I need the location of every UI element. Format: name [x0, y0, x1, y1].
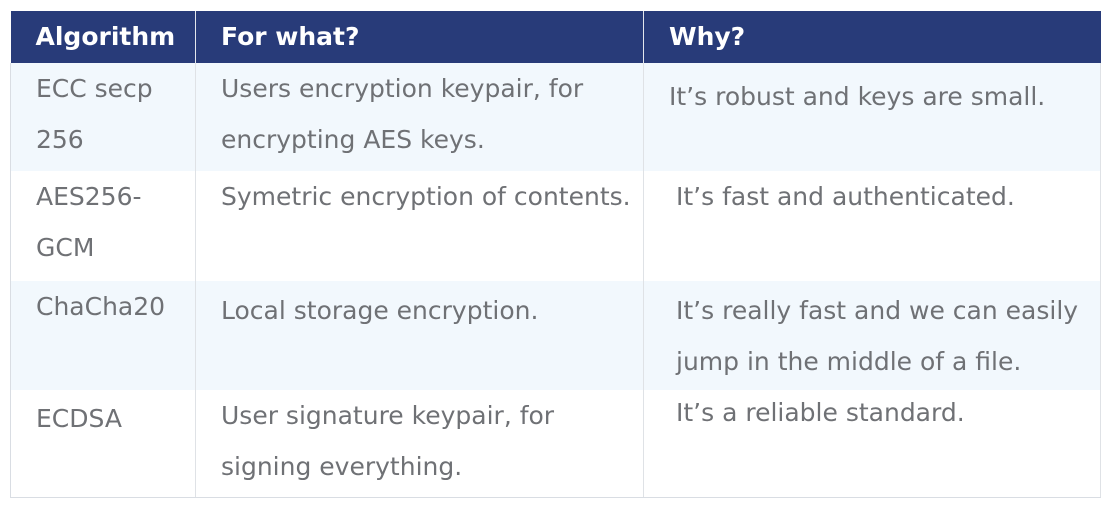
- cell-for-what: User signature keypair, for signing ever…: [195, 390, 644, 498]
- why-text: It’s a reliable standard.: [676, 398, 965, 427]
- why-text: It’s fast and authenticated.: [676, 182, 1015, 211]
- cell-for-what: Local storage encryption.: [195, 281, 644, 390]
- table-row: ECDSA User signature keypair, for signin…: [10, 390, 1101, 498]
- cell-algorithm: ECC secp 256: [10, 63, 196, 171]
- table-row: ECC secp 256 Users encryption keypair, f…: [10, 63, 1101, 171]
- table-row: ChaCha20 Local storage encryption. It’s …: [10, 281, 1101, 390]
- for-what-text: Symetric encryption of contents.: [221, 182, 631, 211]
- table-row: AES256-GCM Symetric encryption of conten…: [10, 171, 1101, 281]
- cell-why: It’s fast and authenticated.: [643, 171, 1101, 281]
- why-text: It’s really fast and we can easily jump …: [676, 296, 1079, 376]
- cell-for-what: Users encryption keypair, for encrypting…: [195, 63, 644, 171]
- algorithm-text: AES256-GCM: [36, 182, 142, 262]
- table-header: Algorithm For what? Why?: [10, 11, 1101, 63]
- crypto-algorithms-table: Algorithm For what? Why? ECC secp 256 Us…: [10, 11, 1101, 498]
- cell-algorithm: AES256-GCM: [10, 171, 196, 281]
- for-what-text: Local storage encryption.: [221, 296, 539, 325]
- cell-algorithm: ChaCha20: [10, 281, 196, 390]
- cell-why: It’s a reliable standard.: [643, 390, 1101, 498]
- header-row: Algorithm For what? Why?: [10, 11, 1101, 63]
- for-what-text: User signature keypair, for signing ever…: [221, 401, 555, 481]
- header-for-what: For what?: [195, 11, 644, 63]
- crypto-algorithms-table-container: Algorithm For what? Why? ECC secp 256 Us…: [10, 11, 1101, 498]
- table-body: ECC secp 256 Users encryption keypair, f…: [10, 63, 1101, 498]
- for-what-text: Users encryption keypair, for encrypting…: [221, 74, 584, 154]
- algorithm-text: ECDSA: [36, 404, 122, 433]
- algorithm-text: ECC secp 256: [36, 74, 153, 154]
- cell-why: It’s really fast and we can easily jump …: [643, 281, 1101, 390]
- algorithm-text: ChaCha20: [36, 292, 166, 321]
- header-why: Why?: [643, 11, 1101, 63]
- cell-algorithm: ECDSA: [10, 390, 196, 498]
- cell-for-what: Symetric encryption of contents.: [195, 171, 644, 281]
- header-algorithm: Algorithm: [10, 11, 196, 63]
- cell-why: It’s robust and keys are small.: [643, 63, 1101, 171]
- why-text: It’s robust and keys are small.: [669, 82, 1046, 111]
